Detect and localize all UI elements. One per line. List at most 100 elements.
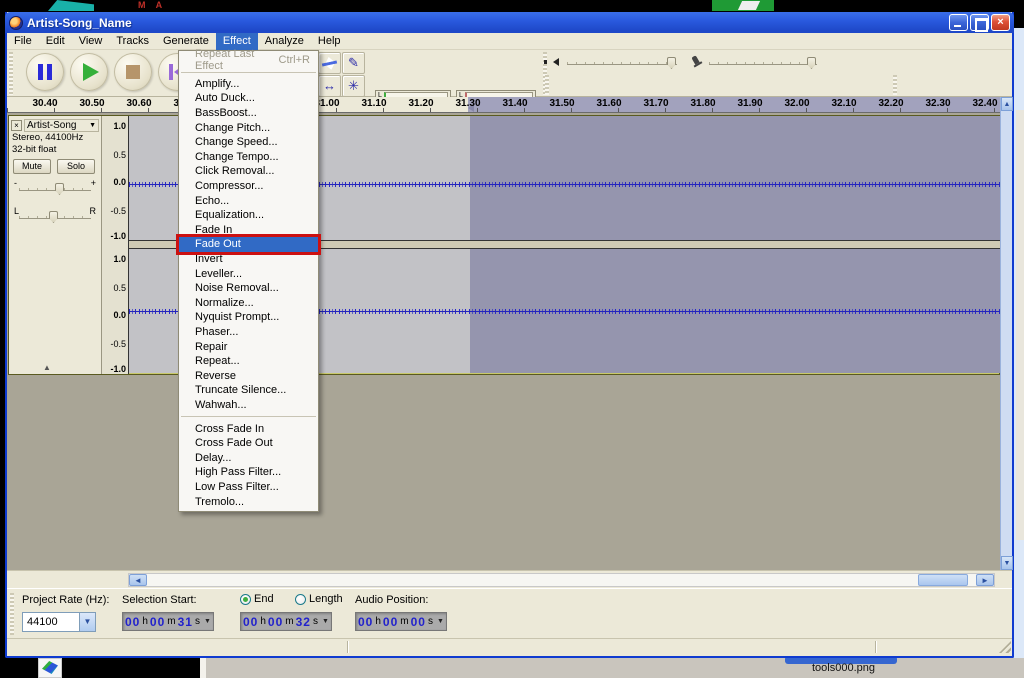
menu-help[interactable]: Help xyxy=(311,33,348,50)
selection-toolbar: Project Rate (Hz): 44100 ▼ Selection Sta… xyxy=(7,588,1012,638)
scroll-left-icon[interactable]: ◄ xyxy=(129,574,147,586)
minimize-button[interactable] xyxy=(949,14,968,31)
menu-item-fade-in[interactable]: Fade In xyxy=(179,223,318,238)
output-volume-slider[interactable] xyxy=(567,62,677,65)
menu-item-wahwah[interactable]: Wahwah... xyxy=(179,398,318,413)
menu-item-tremolo[interactable]: Tremolo... xyxy=(179,494,318,509)
gain-slider[interactable] xyxy=(19,188,91,191)
menu-item-fade-out[interactable]: Fade Out xyxy=(179,237,318,252)
ruler-time-label: 31.50 xyxy=(549,98,574,109)
menu-item-amplify[interactable]: Amplify... xyxy=(179,77,318,92)
envelope-tool-button[interactable] xyxy=(318,52,341,74)
menu-item-cross-fade-in[interactable]: Cross Fade In xyxy=(179,421,318,436)
toolbar-grip[interactable] xyxy=(9,52,13,95)
vertical-scrollbar[interactable]: ▲ ▼ xyxy=(1000,97,1012,570)
menu-item-reverse[interactable]: Reverse xyxy=(179,368,318,383)
toolbar-grip[interactable] xyxy=(893,75,897,95)
menu-edit[interactable]: Edit xyxy=(39,33,72,50)
pause-button[interactable] xyxy=(26,53,64,91)
menu-item-bassboost[interactable]: BassBoost... xyxy=(179,106,318,121)
menu-item-delay[interactable]: Delay... xyxy=(179,450,318,465)
menu-bar: FileEditViewTracksGenerateEffectAnalyzeH… xyxy=(7,33,1012,50)
combo-dropdown-icon[interactable]: ▼ xyxy=(79,613,95,631)
scale-label: 1.0 xyxy=(113,254,126,264)
menu-item-echo[interactable]: Echo... xyxy=(179,193,318,208)
background-file-label: tools000.png xyxy=(812,662,875,674)
menu-tracks[interactable]: Tracks xyxy=(109,33,156,50)
menu-view[interactable]: View xyxy=(72,33,110,50)
menu-item-repeat-last-effect: Repeat Last EffectCtrl+R xyxy=(179,53,318,68)
horizontal-scrollbar[interactable]: ◄ ► xyxy=(128,573,995,587)
menu-item-change-pitch[interactable]: Change Pitch... xyxy=(179,120,318,135)
project-rate-select[interactable]: 44100 ▼ xyxy=(22,612,96,632)
selection-start-timebox[interactable]: 00h 00m 31s ▼ xyxy=(122,612,214,631)
end-radio[interactable]: End xyxy=(240,593,274,605)
scroll-down-icon[interactable]: ▼ xyxy=(1001,556,1013,570)
input-volume-thumb[interactable] xyxy=(807,57,816,69)
title-bar[interactable]: Artist-Song_Name × xyxy=(5,12,1014,33)
timebox-dropdown-icon[interactable]: ▼ xyxy=(322,618,329,625)
menu-item-phaser[interactable]: Phaser... xyxy=(179,325,318,340)
menu-item-invert[interactable]: Invert xyxy=(179,252,318,267)
multitool-icon: ✳ xyxy=(348,78,359,93)
vertical-scale-ruler[interactable]: 1.00.50.0-0.5-1.0 1.00.50.0-0.5-1.0 xyxy=(102,116,129,374)
audio-track: × Artist-Song ▼ Stereo, 44100Hz 32-bit f… xyxy=(8,115,1000,375)
menu-item-change-speed[interactable]: Change Speed... xyxy=(179,135,318,150)
track-name-menu[interactable]: Artist-Song ▼ xyxy=(24,119,99,132)
menu-item-click-removal[interactable]: Click Removal... xyxy=(179,164,318,179)
output-volume-thumb[interactable] xyxy=(667,57,676,69)
audio-position-label: Audio Position: xyxy=(355,594,428,606)
resize-grip[interactable] xyxy=(999,641,1011,653)
solo-button[interactable]: Solo xyxy=(57,159,95,174)
collapse-track-icon[interactable]: ▲ xyxy=(43,363,51,372)
close-button[interactable]: × xyxy=(991,14,1010,31)
pan-slider[interactable] xyxy=(19,216,91,219)
timeline-ruler[interactable]: 30.4030.5030.6030.7030.8030.9031.0031.10… xyxy=(7,97,1000,113)
menu-item-compressor[interactable]: Compressor... xyxy=(179,179,318,194)
menu-item-repair[interactable]: Repair xyxy=(179,339,318,354)
gain-thumb[interactable] xyxy=(55,183,64,195)
menu-item-auto-duck[interactable]: Auto Duck... xyxy=(179,91,318,106)
menu-item-normalize[interactable]: Normalize... xyxy=(179,296,318,311)
maximize-button[interactable] xyxy=(970,14,989,31)
scale-label: -0.5 xyxy=(110,339,126,349)
menu-item-leveller[interactable]: Leveller... xyxy=(179,266,318,281)
input-volume-slider[interactable] xyxy=(709,62,817,65)
ruler-time-label: 30.60 xyxy=(126,98,151,109)
menu-item-equalization[interactable]: Equalization... xyxy=(179,208,318,223)
toolbar-grip[interactable] xyxy=(545,75,549,95)
toolbar-grip[interactable] xyxy=(10,593,14,635)
selection-end-timebox[interactable]: 00h 00m 32s ▼ xyxy=(240,612,332,631)
play-button[interactable] xyxy=(70,53,108,91)
ruler-time-label: 32.10 xyxy=(831,98,856,109)
menu-item-truncate-silence[interactable]: Truncate Silence... xyxy=(179,383,318,398)
scroll-up-icon[interactable]: ▲ xyxy=(1001,97,1013,111)
track-close-icon[interactable]: × xyxy=(11,120,22,131)
timebox-dropdown-icon[interactable]: ▼ xyxy=(204,618,211,625)
play-icon xyxy=(83,63,99,81)
menu-item-change-tempo[interactable]: Change Tempo... xyxy=(179,150,318,165)
pan-thumb[interactable] xyxy=(49,211,58,223)
scroll-right-icon[interactable]: ► xyxy=(976,574,994,586)
multi-tool-button[interactable]: ✳ xyxy=(342,75,365,97)
timeshift-tool-button[interactable]: ↔ xyxy=(318,75,341,97)
draw-tool-button[interactable]: ✎ xyxy=(342,52,365,74)
desktop-app-icon[interactable] xyxy=(38,658,62,678)
desktop: M A tools000.png Artist-Song_Name × File… xyxy=(0,0,1024,678)
menu-file[interactable]: File xyxy=(7,33,39,50)
ruler-time-label: 31.90 xyxy=(737,98,762,109)
menu-item-repeat[interactable]: Repeat... xyxy=(179,354,318,369)
timebox-dropdown-icon[interactable]: ▼ xyxy=(437,618,444,625)
mute-button[interactable]: Mute xyxy=(13,159,51,174)
menu-item-noise-removal[interactable]: Noise Removal... xyxy=(179,281,318,296)
audio-position-timebox[interactable]: 00h 00m 00s ▼ xyxy=(355,612,447,631)
background-window-content xyxy=(1016,110,1024,540)
horizontal-scroll-thumb[interactable] xyxy=(918,574,968,586)
stop-button[interactable] xyxy=(114,53,152,91)
menu-item-low-pass-filter[interactable]: Low Pass Filter... xyxy=(179,480,318,495)
length-radio[interactable]: Length xyxy=(295,593,343,605)
menu-item-cross-fade-out[interactable]: Cross Fade Out xyxy=(179,436,318,451)
ruler-time-label: 30.40 xyxy=(32,98,57,109)
menu-item-nyquist-prompt[interactable]: Nyquist Prompt... xyxy=(179,310,318,325)
menu-item-high-pass-filter[interactable]: High Pass Filter... xyxy=(179,465,318,480)
